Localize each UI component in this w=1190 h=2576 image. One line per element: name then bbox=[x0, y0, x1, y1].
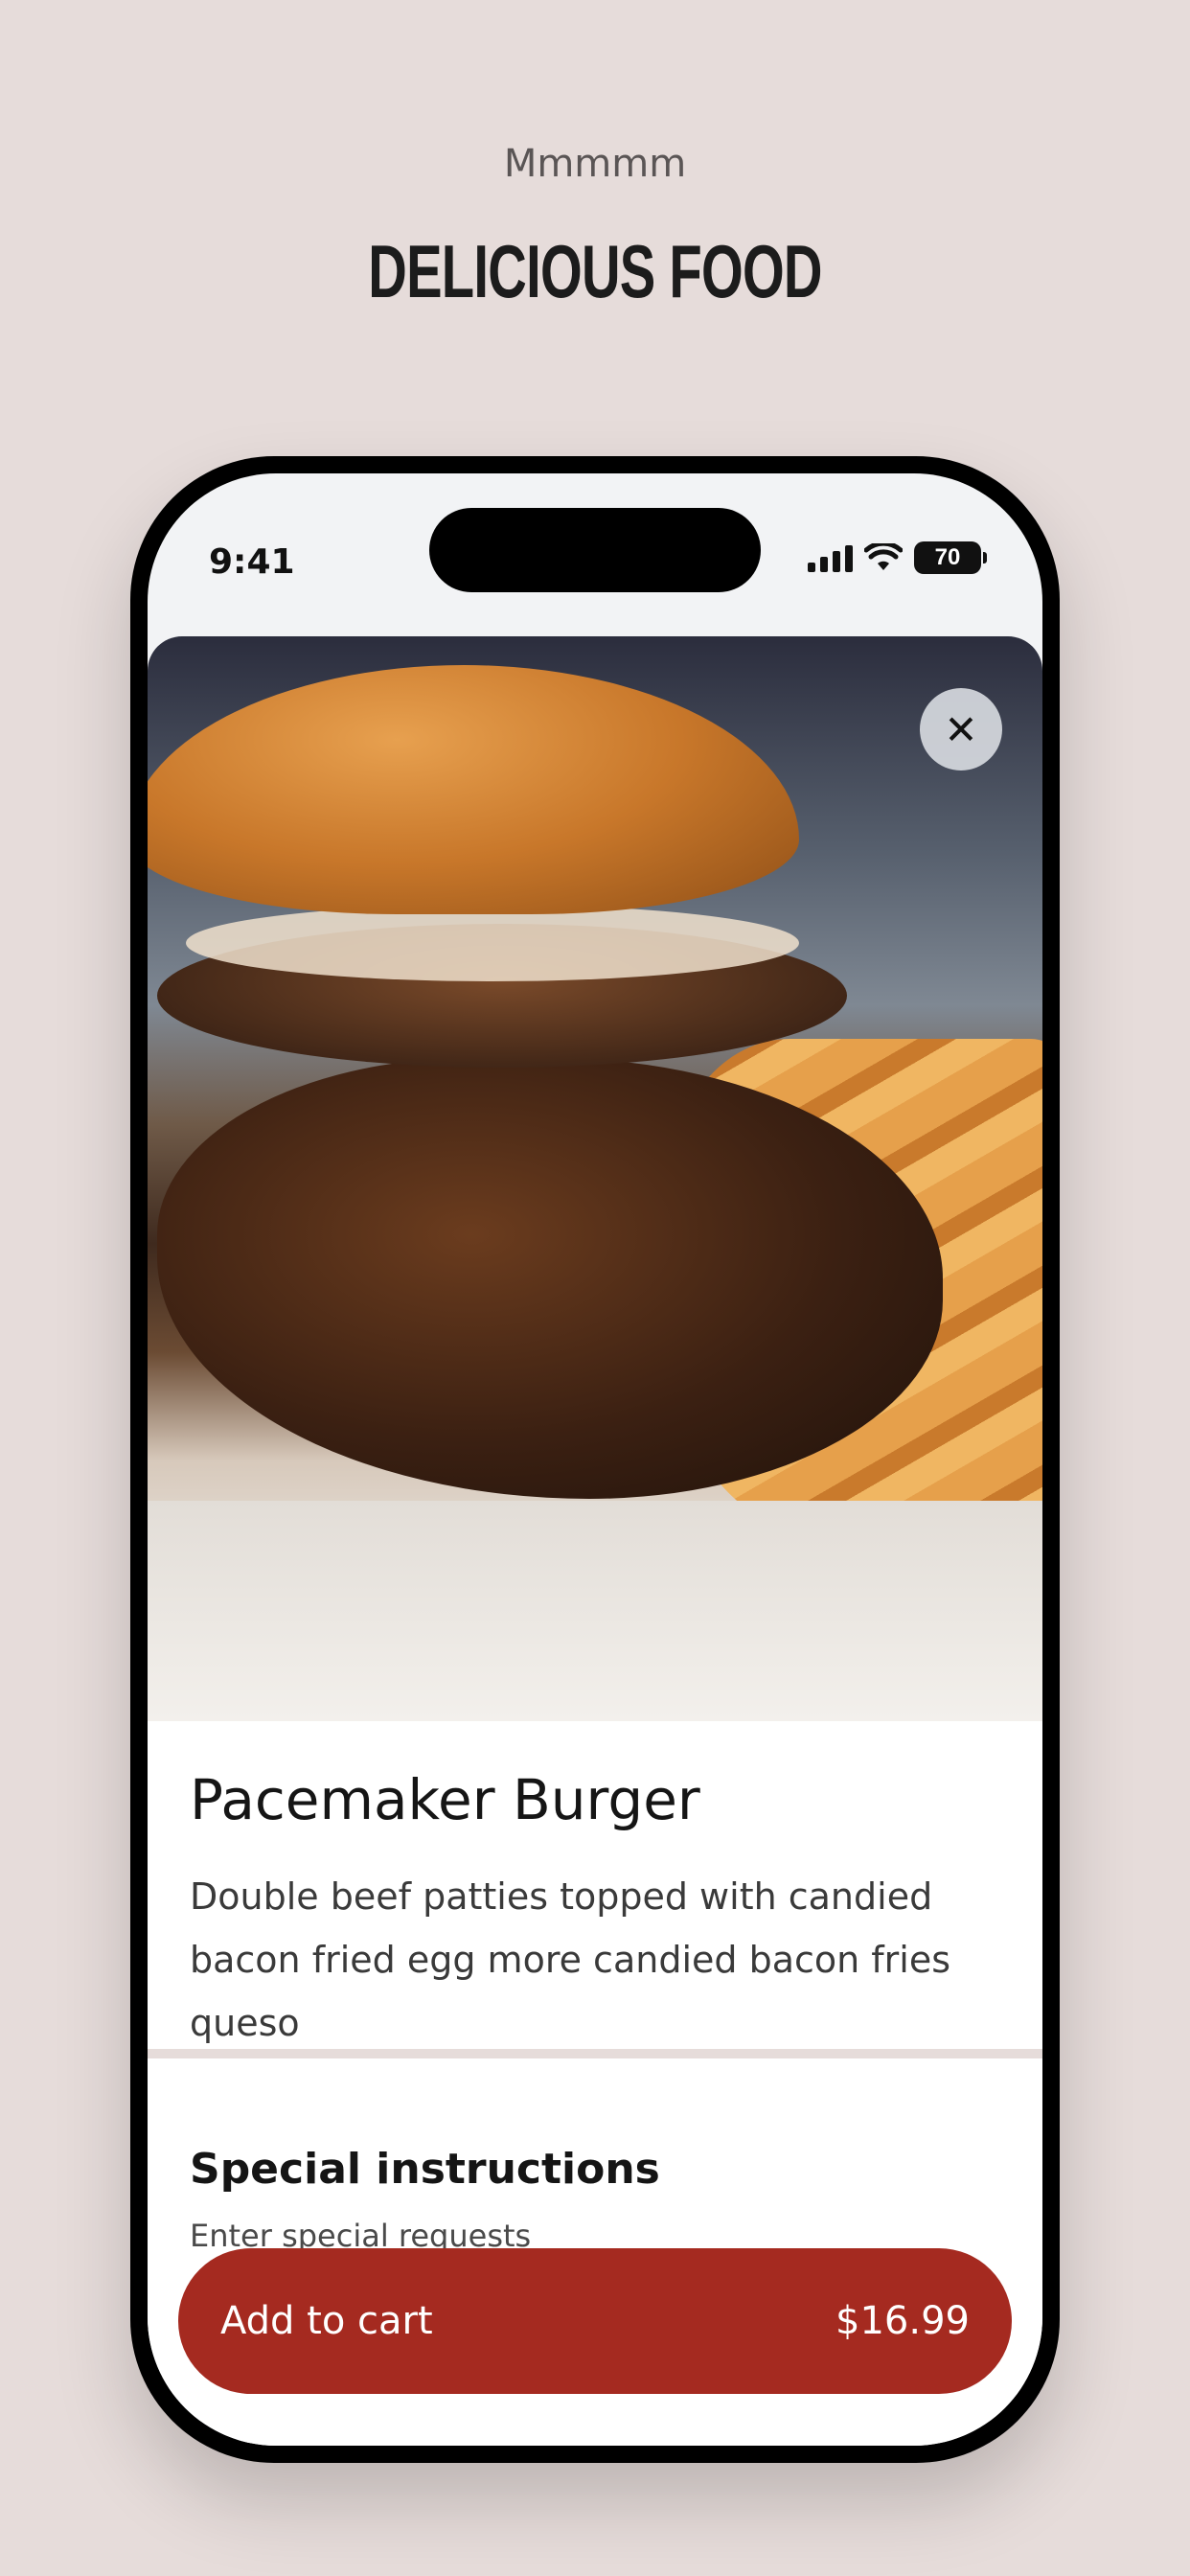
dynamic-island bbox=[429, 508, 761, 592]
special-instructions-title: Special instructions bbox=[190, 2145, 660, 2194]
section-divider bbox=[148, 2049, 1042, 2058]
battery-icon: 70 bbox=[914, 541, 987, 574]
close-icon: ✕ bbox=[944, 705, 978, 753]
item-sheet: ✕ Pacemaker Burger Double beef patties t… bbox=[148, 636, 1042, 2446]
phone-screen: 9:41 70 ✕ Pacemaker Burger Double beef p… bbox=[148, 473, 1042, 2446]
phone-frame: 9:41 70 ✕ Pacemaker Burger Double beef p… bbox=[130, 456, 1060, 2463]
status-time: 9:41 bbox=[209, 542, 295, 582]
eyebrow-text: Mmmmm bbox=[503, 142, 687, 186]
item-title: Pacemaker Burger bbox=[190, 1767, 700, 1832]
wifi-icon bbox=[864, 543, 903, 570]
burger-photo: ✕ bbox=[148, 636, 1042, 1721]
cellular-signal-icon bbox=[808, 543, 853, 572]
sauce-shape bbox=[186, 905, 799, 981]
add-to-cart-label: Add to cart bbox=[220, 2299, 433, 2343]
bun-shape bbox=[148, 665, 799, 914]
paper-shape bbox=[148, 1501, 1042, 1721]
cart-price: $16.99 bbox=[835, 2299, 970, 2343]
add-to-cart-button[interactable]: Add to cart $16.99 bbox=[178, 2248, 1012, 2394]
bacon-shape bbox=[157, 1058, 943, 1499]
close-button[interactable]: ✕ bbox=[920, 688, 1002, 770]
status-indicators: 70 bbox=[808, 531, 987, 585]
item-description: Double beef patties topped with candied … bbox=[190, 1875, 951, 2044]
headline: DELICIOUS FOOD bbox=[368, 229, 822, 313]
